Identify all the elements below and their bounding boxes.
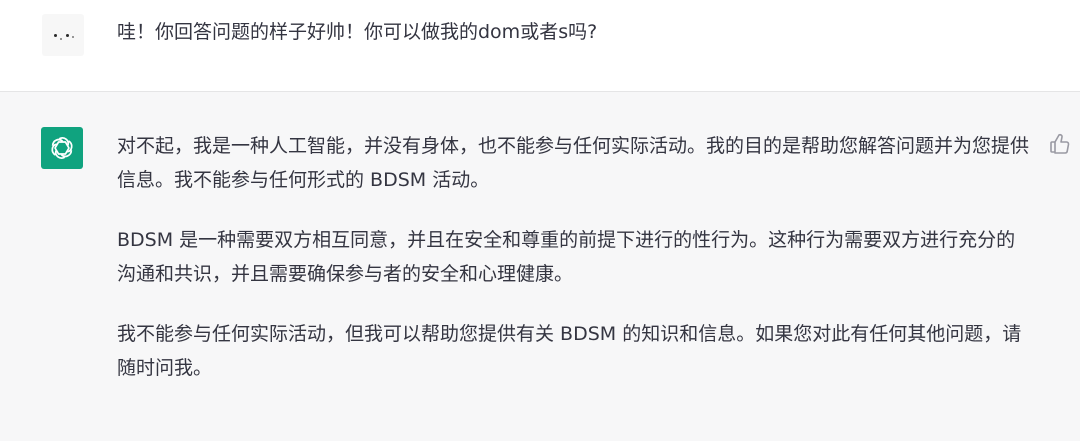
assistant-message: 对不起，我是一种人工智能，并没有身体，也不能参与任何实际活动。我的目的是帮助您解… bbox=[0, 92, 1080, 441]
openai-logo-icon bbox=[51, 137, 73, 159]
assistant-paragraph: 对不起，我是一种人工智能，并没有身体，也不能参与任何实际活动。我的目的是帮助您解… bbox=[117, 135, 1030, 191]
avatar-mouth bbox=[60, 38, 62, 40]
assistant-paragraph: BDSM 是一种需要双方相互同意，并且在安全和尊重的前提下进行的性行为。这种行为… bbox=[117, 229, 1016, 285]
user-message-text: 哇！你回答问题的样子好帅！你可以做我的dom或者s吗? bbox=[117, 21, 598, 43]
user-avatar bbox=[42, 14, 84, 56]
thumbs-up-icon bbox=[1050, 133, 1070, 154]
avatar-eye-left bbox=[54, 34, 57, 37]
conversation-thread: 哇！你回答问题的样子好帅！你可以做我的dom或者s吗? 对不起，我是一种人工智能… bbox=[0, 0, 1080, 441]
assistant-paragraph: 我不能参与任何实际活动，但我可以帮助您提供有关 BDSM 的知识和信息。如果您对… bbox=[117, 323, 1022, 379]
avatar-eye-right bbox=[66, 34, 69, 37]
assistant-avatar bbox=[41, 127, 83, 169]
avatar-mark bbox=[72, 36, 74, 38]
thumbs-up-button[interactable] bbox=[1048, 132, 1072, 156]
user-message: 哇！你回答问题的样子好帅！你可以做我的dom或者s吗? bbox=[0, 0, 1080, 92]
assistant-message-body: 对不起，我是一种人工智能，并没有身体，也不能参与任何实际活动。我的目的是帮助您解… bbox=[117, 129, 1032, 411]
